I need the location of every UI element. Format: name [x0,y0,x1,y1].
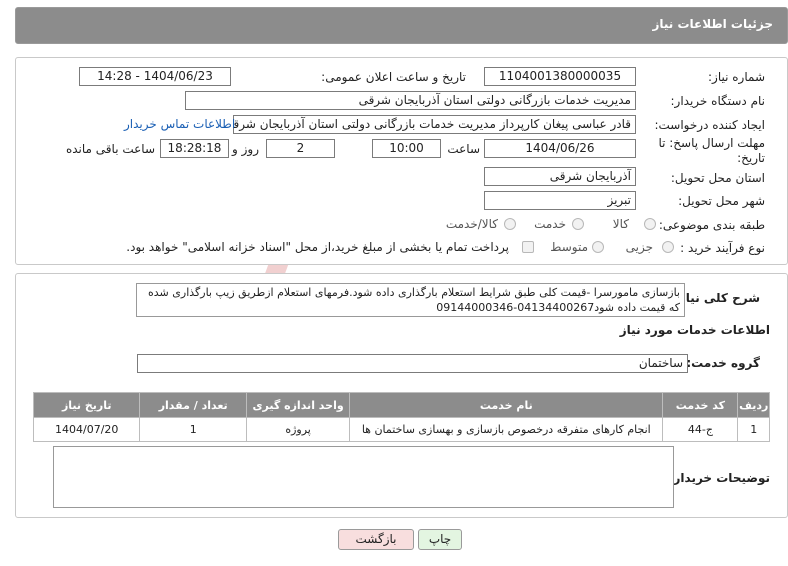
remaining-time-field: 18:28:18 [160,139,229,158]
header-bar: جزئیات اطلاعات نیاز [15,7,788,44]
city-label: شهر محل تحویل: [678,194,765,208]
services-section-title: اطلاعات خدمات مورد نیاز [619,323,770,337]
category-option-goods-service: کالا/خدمت [445,217,498,231]
category-radio-service[interactable] [572,218,584,230]
col-row: ردیف [737,392,770,418]
cell-code: ج-44 [662,417,739,442]
services-table: ردیف کد خدمت نام خدمت واحد اندازه گیری ت… [32,392,770,442]
back-button[interactable]: بازگشت [338,529,414,550]
service-group-label: گروه خدمت: [686,356,760,370]
col-name: نام خدمت [349,392,664,418]
category-label: طبقه بندی موضوعی: [658,218,765,232]
cell-qty: 1 [139,417,247,442]
buyer-contact-link[interactable]: اطلاعات تماس خریدار [124,117,235,131]
days-label: روز و [232,142,259,156]
creator-field: قادر عباسی پیغان کارپرداز مدیریت خدمات ب… [233,115,636,134]
buyer-org-field: مدیریت خدمات بازرگانی دولتی استان آذربای… [185,91,636,110]
province-label: استان محل تحویل: [670,171,765,185]
col-date: تاریخ نیاز [32,392,141,418]
category-radio-goods[interactable] [644,218,656,230]
cell-name: انجام کارهای متفرقه درخصوص بازسازی و بهس… [349,417,664,442]
deadline-date-field: 1404/06/26 [484,139,636,158]
deadline-time-label: ساعت [447,142,480,156]
announce-date-field: 1404/06/23 - 14:28 [79,67,231,86]
category-option-goods: کالا [612,217,629,231]
buyer-notes-textarea[interactable] [53,446,674,508]
col-code: کد خدمت [662,392,739,418]
need-number-field: 1104001380000035 [484,67,636,86]
treasury-note: پرداخت تمام یا بخشی از مبلغ خرید،از محل … [126,240,509,254]
process-label: نوع فرآیند خرید : [680,241,765,255]
process-radio-medium[interactable] [592,241,604,253]
creator-label: ایجاد کننده درخواست: [654,118,765,132]
remaining-time-label: ساعت باقی مانده [65,142,155,156]
description-text: بازسازی مامورسرا -قیمت کلی طبق شرایط است… [148,286,680,314]
table-row: 1 ج-44 انجام کارهای متفرقه درخصوص بازساز… [32,417,770,442]
page-title: جزئیات اطلاعات نیاز [652,17,773,31]
cell-unit: پروژه [245,417,351,442]
need-number-label: شماره نیاز: [708,70,765,84]
buyer-notes-label: توضیحات خریدار: [668,471,770,485]
city-field: تبریز [484,191,636,210]
process-option-minor: جزیی [625,240,653,254]
treasury-checkbox[interactable] [522,241,534,253]
col-unit: واحد اندازه گیری [245,392,351,418]
deadline-time-field: 10:00 [372,139,441,158]
description-textarea: بازسازی مامورسرا -قیمت کلی طبق شرایط است… [136,283,685,317]
category-radio-goods-service[interactable] [504,218,516,230]
services-table-header: ردیف کد خدمت نام خدمت واحد اندازه گیری ت… [32,392,770,418]
col-qty: تعداد / مقدار [139,392,247,418]
buyer-org-label: نام دستگاه خریدار: [670,94,766,108]
service-group-field: ساختمان [137,354,688,373]
deadline-label: مهلت ارسال پاسخ: تا تاریخ: [658,136,765,165]
province-field: آذربایجان شرقی [484,167,636,186]
category-option-service: خدمت [534,217,566,231]
description-label: شرح کلی نیاز: [674,291,760,305]
days-remaining-field: 2 [266,139,335,158]
process-option-medium: متوسط [550,240,588,254]
process-radio-minor[interactable] [662,241,674,253]
cell-date: 1404/07/20 [32,417,141,442]
announce-date-label: تاریخ و ساعت اعلان عمومی: [321,70,466,84]
print-button[interactable]: چاپ [418,529,462,550]
cell-row: 1 [737,417,770,442]
